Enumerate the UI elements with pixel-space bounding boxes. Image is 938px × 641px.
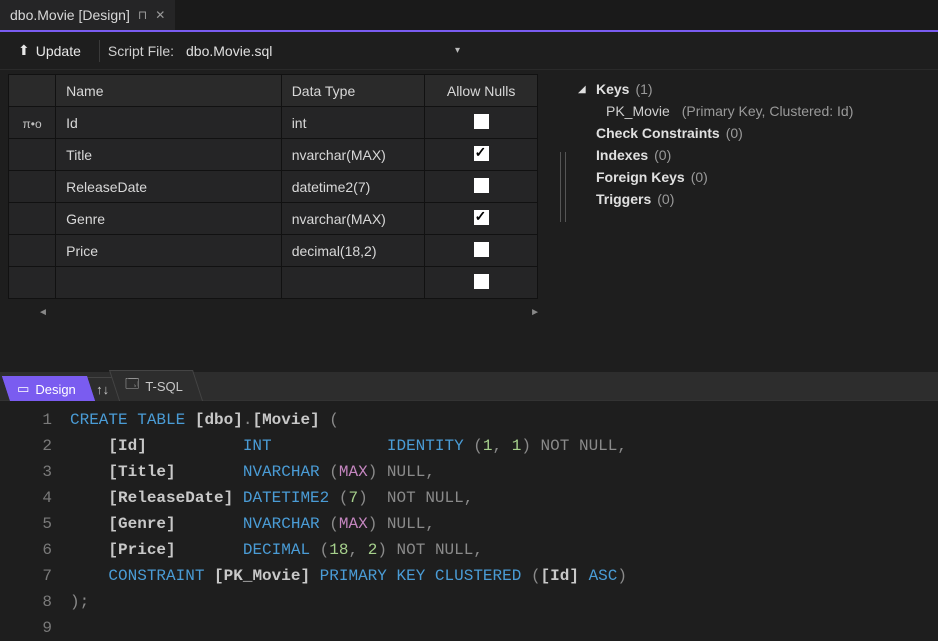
horizontal-scrollbar[interactable]: ◄ ► bbox=[38, 305, 540, 319]
checkbox-unchecked-icon[interactable] bbox=[474, 178, 489, 193]
name-cell[interactable]: Price bbox=[56, 235, 282, 267]
col-header-nulls[interactable]: Allow Nulls bbox=[425, 75, 538, 107]
line-number: 1 bbox=[0, 407, 52, 433]
design-icon: ▭ bbox=[17, 381, 29, 397]
foreign-keys-section[interactable]: Foreign Keys (0) bbox=[578, 166, 930, 188]
name-cell[interactable]: Id bbox=[56, 107, 282, 139]
tab-design-label: Design bbox=[35, 382, 75, 397]
check-constraints-label: Check Constraints bbox=[596, 125, 720, 141]
key-item-meta: (Primary Key, Clustered: Id) bbox=[682, 103, 854, 119]
col-header-type[interactable]: Data Type bbox=[281, 75, 425, 107]
document-tab[interactable]: dbo.Movie [Design] ⊓ ✕ bbox=[0, 0, 175, 30]
pk-cell: π•o bbox=[9, 107, 56, 139]
table-properties-pane: ◢ Keys (1) PK_Movie (Primary Key, Cluste… bbox=[560, 70, 938, 372]
indexes-label: Indexes bbox=[596, 147, 648, 163]
splitter-handle[interactable] bbox=[560, 152, 566, 222]
pin-icon[interactable]: ⊓ bbox=[138, 8, 147, 22]
nulls-cell[interactable] bbox=[425, 203, 538, 235]
name-cell[interactable] bbox=[56, 267, 282, 299]
close-icon[interactable]: ✕ bbox=[155, 8, 165, 22]
checkbox-checked-icon[interactable] bbox=[474, 210, 489, 225]
triggers-section[interactable]: Triggers (0) bbox=[578, 188, 930, 210]
nulls-cell[interactable] bbox=[425, 107, 538, 139]
columns-grid[interactable]: Name Data Type Allow Nulls π•o Id int Ti… bbox=[8, 74, 538, 299]
designer-pane: Name Data Type Allow Nulls π•o Id int Ti… bbox=[0, 70, 938, 372]
line-number: 8 bbox=[0, 589, 52, 615]
key-item-name: PK_Movie bbox=[606, 103, 670, 119]
update-button-label: Update bbox=[36, 43, 81, 59]
document-tab-title: dbo.Movie [Design] bbox=[10, 7, 130, 23]
sql-code[interactable]: CREATE TABLE [dbo].[Movie] ( [Id] INT ID… bbox=[70, 401, 938, 635]
line-number: 2 bbox=[0, 433, 52, 459]
check-constraints-count: (0) bbox=[726, 125, 743, 141]
tab-tsql-label: T-SQL bbox=[145, 379, 183, 394]
update-button[interactable]: ⬆ Update bbox=[8, 38, 91, 63]
scriptfile-dropdown[interactable]: dbo.Movie.sql ▾ bbox=[178, 40, 468, 62]
primary-key-icon: π•o bbox=[23, 117, 42, 131]
name-cell[interactable]: Title bbox=[56, 139, 282, 171]
nulls-cell[interactable] bbox=[425, 267, 538, 299]
document-tab-strip: dbo.Movie [Design] ⊓ ✕ bbox=[0, 0, 938, 32]
triggers-count: (0) bbox=[657, 191, 674, 207]
tab-tsql[interactable]: 🗔 T-SQL bbox=[109, 370, 203, 401]
checkbox-checked-icon[interactable] bbox=[474, 146, 489, 161]
swap-icon: ↑↓ bbox=[96, 382, 109, 397]
foreign-keys-count: (0) bbox=[691, 169, 708, 185]
keys-label: Keys bbox=[596, 81, 629, 97]
chevron-down-icon: ▾ bbox=[455, 45, 460, 56]
checkbox-unchecked-icon[interactable] bbox=[474, 114, 489, 129]
type-cell[interactable]: nvarchar(MAX) bbox=[281, 139, 425, 171]
scriptfile-value: dbo.Movie.sql bbox=[186, 43, 272, 59]
scroll-right-icon[interactable]: ► bbox=[530, 307, 540, 318]
type-cell[interactable]: datetime2(7) bbox=[281, 171, 425, 203]
sql-editor: 1 2 3 4 5 6 7 8 9 CREATE TABLE [dbo].[Mo… bbox=[0, 400, 938, 635]
toolbar-divider bbox=[99, 40, 100, 62]
table-row[interactable]: ReleaseDate datetime2(7) bbox=[9, 171, 538, 203]
keys-count: (1) bbox=[635, 81, 652, 97]
keys-section[interactable]: ◢ Keys (1) bbox=[578, 78, 930, 100]
nulls-cell[interactable] bbox=[425, 235, 538, 267]
table-row[interactable]: Price decimal(18,2) bbox=[9, 235, 538, 267]
name-cell[interactable]: ReleaseDate bbox=[56, 171, 282, 203]
name-cell[interactable]: Genre bbox=[56, 203, 282, 235]
columns-grid-wrap: Name Data Type Allow Nulls π•o Id int Ti… bbox=[0, 70, 560, 372]
line-number-gutter: 1 2 3 4 5 6 7 8 9 bbox=[0, 401, 70, 635]
indexes-section[interactable]: Indexes (0) bbox=[578, 144, 930, 166]
type-cell[interactable]: int bbox=[281, 107, 425, 139]
tab-design[interactable]: ▭ Design bbox=[2, 376, 95, 401]
type-cell[interactable] bbox=[281, 267, 425, 299]
sql-icon: 🗔 bbox=[125, 375, 139, 397]
columns-grid-header: Name Data Type Allow Nulls bbox=[9, 75, 538, 107]
line-number: 3 bbox=[0, 459, 52, 485]
line-number: 9 bbox=[0, 615, 52, 641]
row-selector-header bbox=[9, 75, 56, 107]
upload-icon: ⬆ bbox=[18, 42, 30, 59]
checkbox-unchecked-icon[interactable] bbox=[474, 242, 489, 257]
line-number: 4 bbox=[0, 485, 52, 511]
table-row[interactable] bbox=[9, 267, 538, 299]
key-item[interactable]: PK_Movie (Primary Key, Clustered: Id) bbox=[578, 100, 930, 122]
designer-toolbar: ⬆ Update Script File: dbo.Movie.sql ▾ bbox=[0, 32, 938, 70]
scroll-left-icon[interactable]: ◄ bbox=[38, 307, 48, 318]
table-row[interactable]: Title nvarchar(MAX) bbox=[9, 139, 538, 171]
nulls-cell[interactable] bbox=[425, 171, 538, 203]
foreign-keys-label: Foreign Keys bbox=[596, 169, 685, 185]
check-constraints-section[interactable]: Check Constraints (0) bbox=[578, 122, 930, 144]
expander-expanded-icon[interactable]: ◢ bbox=[578, 84, 590, 95]
type-cell[interactable]: nvarchar(MAX) bbox=[281, 203, 425, 235]
table-row[interactable]: Genre nvarchar(MAX) bbox=[9, 203, 538, 235]
col-header-name[interactable]: Name bbox=[56, 75, 282, 107]
checkbox-unchecked-icon[interactable] bbox=[474, 274, 489, 289]
type-cell[interactable]: decimal(18,2) bbox=[281, 235, 425, 267]
indexes-count: (0) bbox=[654, 147, 671, 163]
triggers-label: Triggers bbox=[596, 191, 651, 207]
line-number: 7 bbox=[0, 563, 52, 589]
designer-pane-tabs: ▭ Design ↑↓ 🗔 T-SQL bbox=[0, 372, 938, 400]
line-number: 5 bbox=[0, 511, 52, 537]
line-number: 6 bbox=[0, 537, 52, 563]
nulls-cell[interactable] bbox=[425, 139, 538, 171]
scriptfile-label: Script File: bbox=[108, 43, 174, 59]
table-row[interactable]: π•o Id int bbox=[9, 107, 538, 139]
